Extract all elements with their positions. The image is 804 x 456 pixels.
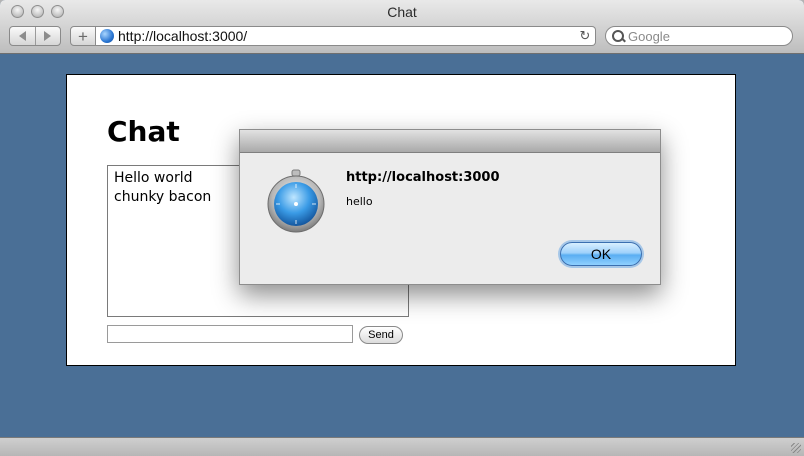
history-navigation <box>9 26 61 46</box>
status-bar <box>0 437 804 456</box>
page-title: Chat <box>107 115 180 148</box>
dialog-title: http://localhost:3000 <box>346 170 500 185</box>
plus-icon: + <box>78 26 88 46</box>
forward-button[interactable] <box>34 27 61 45</box>
search-field[interactable]: Google <box>605 26 793 46</box>
address-bar[interactable]: http://localhost:3000/ ↻ <box>96 26 596 46</box>
message-input[interactable] <box>107 325 353 343</box>
dialog-titlebar <box>240 130 660 153</box>
back-arrow-icon <box>18 31 26 41</box>
search-icon[interactable] <box>606 27 628 45</box>
send-button[interactable]: Send <box>359 326 403 344</box>
browser-window: Chat + http://localhost:3000/ ↻ Google C… <box>0 0 804 456</box>
dialog-message: hello <box>346 195 373 208</box>
safari-compass-icon <box>267 169 325 233</box>
add-bookmark-button[interactable]: + <box>70 26 96 46</box>
ok-button[interactable]: OK <box>560 242 642 266</box>
window-title: Chat <box>387 4 417 20</box>
back-button[interactable] <box>10 27 35 45</box>
browser-toolbar: Chat + http://localhost:3000/ ↻ Google <box>0 0 804 54</box>
forward-arrow-icon <box>44 31 52 41</box>
search-placeholder: Google <box>628 28 670 44</box>
resize-grip[interactable] <box>791 443 801 453</box>
globe-icon <box>100 29 114 43</box>
reload-icon[interactable]: ↻ <box>575 29 595 44</box>
alert-dialog: http://localhost:3000 hello OK <box>239 129 661 285</box>
url-text[interactable]: http://localhost:3000/ <box>118 28 575 44</box>
